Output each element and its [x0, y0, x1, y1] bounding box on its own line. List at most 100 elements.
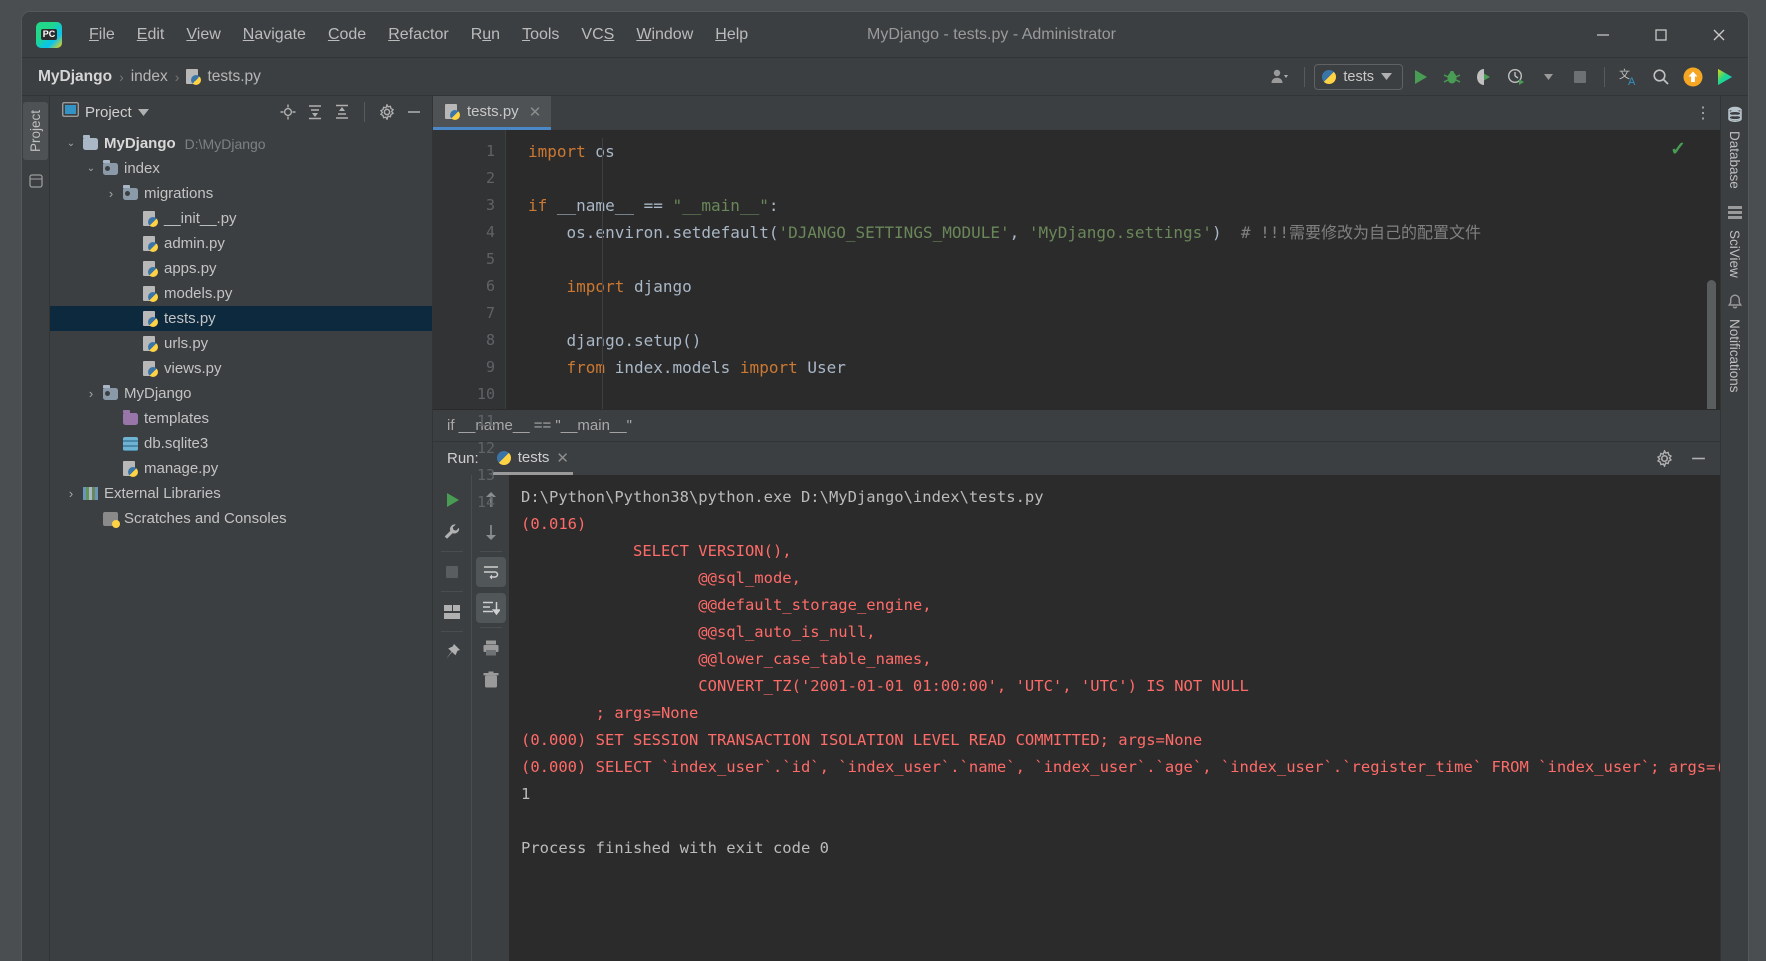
tree-expander[interactable]: ›	[102, 186, 120, 201]
line-number[interactable]: 8	[433, 327, 505, 354]
tree-item--init-py[interactable]: __init__.py	[50, 206, 432, 231]
line-number[interactable]: 2	[433, 165, 505, 192]
structure-icon[interactable]	[28, 174, 43, 191]
layout-icon[interactable]	[437, 597, 467, 632]
menu-run[interactable]: Run	[460, 22, 511, 48]
scroll-to-end-icon[interactable]	[475, 593, 506, 628]
menu-file[interactable]: File	[78, 22, 126, 48]
tree-item-mydjango[interactable]: › MyDjango	[50, 381, 432, 406]
menu-refactor[interactable]: Refactor	[377, 22, 459, 48]
chevron-right-icon[interactable]: ›	[109, 186, 113, 201]
menu-tools[interactable]: Tools	[511, 22, 570, 48]
search-everywhere-icon[interactable]	[1646, 63, 1676, 91]
close-button[interactable]	[1690, 12, 1748, 57]
menu-navigate[interactable]: Navigate	[232, 22, 317, 48]
editor-breadcrumb[interactable]: if __name__ == "__main__"	[433, 409, 1720, 441]
code-line[interactable]: import os	[506, 138, 1720, 165]
translate-icon[interactable]: 文 A	[1614, 63, 1644, 91]
line-number[interactable]: 13	[433, 462, 505, 489]
tool-window-tab-project[interactable]: Project	[23, 102, 48, 161]
chevron-right-icon[interactable]: ›	[89, 386, 93, 401]
code-content[interactable]: ✓ import os if __name__ == "__main__": o…	[505, 130, 1720, 409]
tree-expander[interactable]: ›	[82, 386, 100, 401]
tree-item-migrations[interactable]: › migrations	[50, 181, 432, 206]
close-icon[interactable]: ✕	[556, 449, 569, 467]
code-line[interactable]: import django	[506, 273, 1720, 300]
line-number[interactable]: 12	[433, 435, 505, 462]
breadcrumb-index[interactable]: index	[131, 68, 168, 86]
line-number[interactable]: 3	[433, 192, 555, 219]
line-number[interactable]: 9	[433, 354, 505, 381]
code-line[interactable]: queryset = User.objects.all()	[506, 408, 1720, 409]
locate-icon[interactable]	[276, 101, 300, 123]
line-number[interactable]: 11	[433, 408, 505, 435]
down-icon[interactable]	[476, 517, 506, 552]
clear-all-icon[interactable]	[476, 665, 506, 695]
soft-wrap-icon[interactable]	[475, 557, 506, 587]
debug-icon[interactable]	[1437, 63, 1467, 91]
chevron-down-icon[interactable]: ⌄	[87, 163, 95, 174]
tree-expander[interactable]: ›	[62, 486, 80, 501]
settings-icon[interactable]	[375, 101, 399, 123]
menu-help[interactable]: Help	[704, 22, 759, 48]
gear-icon[interactable]	[1652, 448, 1676, 470]
menu-vcs[interactable]: VCS	[570, 22, 625, 48]
stop-icon[interactable]	[437, 557, 467, 592]
line-number[interactable]: 5	[433, 246, 505, 273]
breadcrumb-file[interactable]: tests.py	[186, 68, 261, 86]
line-number[interactable]: 1	[433, 138, 505, 165]
line-number[interactable]: 7	[433, 300, 505, 327]
wrench-icon[interactable]	[437, 517, 467, 552]
code-line[interactable]: django.setup()	[506, 327, 1720, 354]
print-icon[interactable]	[476, 633, 506, 663]
code-line[interactable]	[506, 381, 1720, 408]
chevron-right-icon[interactable]: ›	[69, 486, 73, 501]
code-line[interactable]: if __name__ == "__main__":	[506, 192, 1720, 219]
code-line[interactable]	[506, 246, 1720, 273]
profile-icon[interactable]	[1501, 63, 1531, 91]
tree-item-db-sqlite3[interactable]: db.sqlite3	[50, 431, 432, 456]
breadcrumb-project[interactable]: MyDjango	[38, 68, 112, 86]
run-configuration-selector[interactable]: tests	[1314, 63, 1403, 90]
line-number[interactable]: 4	[433, 219, 505, 246]
tree-item-models-py[interactable]: models.py	[50, 281, 432, 306]
chevron-down-icon[interactable]	[137, 103, 149, 121]
tool-window-tab-notifications[interactable]: Notifications	[1727, 294, 1743, 392]
minimize-button[interactable]	[1574, 12, 1632, 57]
run-icon[interactable]	[1405, 63, 1435, 91]
tree-item-scratches-and-consoles[interactable]: Scratches and Consoles	[50, 506, 432, 531]
coverage-icon[interactable]	[1469, 63, 1499, 91]
inspection-status-icon[interactable]: ✓	[1670, 138, 1686, 161]
tree-expander[interactable]: ⌄	[62, 138, 80, 149]
editor-options-icon[interactable]: ⋮	[1686, 96, 1720, 130]
collapse-all-icon[interactable]	[330, 101, 354, 123]
tree-item-mydjango[interactable]: ⌄ MyDjango D:\MyDjango	[50, 131, 432, 156]
editor-tab-tests-py[interactable]: tests.py ✕	[433, 96, 552, 130]
code-line[interactable]	[506, 300, 1720, 327]
ide-eval-icon[interactable]	[1710, 63, 1740, 91]
line-number[interactable]: 6	[433, 273, 505, 300]
minimize-icon[interactable]	[1686, 448, 1710, 470]
tree-item-index[interactable]: ⌄ index	[50, 156, 432, 181]
tree-expander[interactable]: ⌄	[82, 163, 100, 174]
menu-edit[interactable]: Edit	[126, 22, 176, 48]
run-console-output[interactable]: D:\Python\Python38\python.exe D:\MyDjang…	[509, 475, 1720, 961]
stop-icon[interactable]	[1565, 63, 1595, 91]
chevron-down-icon[interactable]	[1533, 63, 1563, 91]
hide-panel-icon[interactable]	[402, 101, 426, 123]
maximize-button[interactable]	[1632, 12, 1690, 57]
menu-code[interactable]: Code	[317, 22, 377, 48]
update-icon[interactable]	[1678, 63, 1708, 91]
tree-item-apps-py[interactable]: apps.py	[50, 256, 432, 281]
code-line[interactable]: os.environ.setdefault('DJANGO_SETTINGS_M…	[506, 219, 1720, 246]
tree-item-manage-py[interactable]: manage.py	[50, 456, 432, 481]
user-icon[interactable]	[1265, 63, 1295, 91]
tool-window-tab-database[interactable]: Database	[1727, 106, 1743, 189]
chevron-down-icon[interactable]: ⌄	[67, 138, 75, 149]
menu-view[interactable]: View	[175, 22, 231, 48]
tree-item-templates[interactable]: templates	[50, 406, 432, 431]
close-icon[interactable]: ✕	[529, 103, 542, 121]
line-number[interactable]: 10	[433, 381, 505, 408]
editor-scrollbar[interactable]	[1707, 280, 1716, 409]
tool-window-tab-sciview[interactable]: SciView	[1727, 205, 1743, 278]
